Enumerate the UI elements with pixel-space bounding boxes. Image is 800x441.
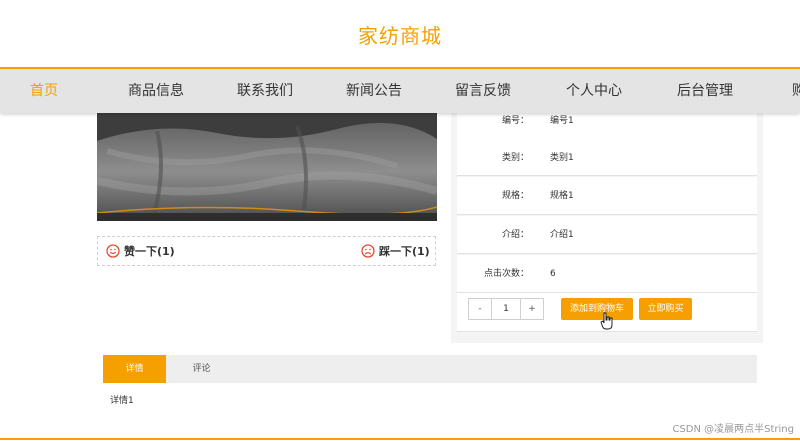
nav-item-contact[interactable]: 联系我们 [237,80,293,100]
hand-cursor-icon [600,312,613,330]
footer-divider [0,438,800,440]
nav-item-cart[interactable]: 购 [792,80,800,100]
main-nav: 首页 商品信息 联系我们 新闻公告 留言反馈 个人中心 后台管理 购 [0,67,800,113]
quantity-minus-button[interactable]: - [469,299,491,319]
info-value: 介绍1 [550,230,574,240]
add-to-cart-button[interactable]: 添加到购物车 [561,298,633,320]
info-label: 类别： [501,153,529,163]
nav-item-home[interactable]: 首页 [30,80,58,100]
product-info-panel: 编号： 编号1 类别： 类别1 规格： 规格1 介绍： 介绍1 点击次数： 6 … [451,111,763,343]
info-label: 规格： [501,191,529,201]
info-value: 规格1 [550,191,574,201]
like-button[interactable]: 赞一下(1) [106,243,175,259]
product-image [97,111,437,221]
info-label: 点击次数： [483,269,529,279]
dislike-button[interactable]: 踩一下(1) [361,243,430,259]
quantity-stepper: - 1 + [468,298,544,320]
watermark: CSDN @凌晨两点半String [672,424,794,435]
bedding-photo [97,111,437,221]
like-label: 赞一下(1) [124,245,175,258]
tab-comments[interactable]: 评论 [179,355,224,383]
info-value: 类别1 [550,153,574,163]
info-row-clicks: 点击次数： 6 [457,255,757,293]
nav-item-feedback[interactable]: 留言反馈 [455,80,511,100]
info-label: 介绍： [501,230,529,240]
tab-detail[interactable]: 详情 [103,355,166,383]
info-value: 编号1 [550,116,574,126]
smile-icon [106,244,120,258]
info-row-intro: 介绍： 介绍1 [457,216,757,254]
frown-icon [361,244,375,258]
detail-content: 详情1 [110,396,134,406]
info-value: 6 [550,269,556,279]
info-label: 编号： [501,116,529,126]
info-row-spec: 规格： 规格1 [457,177,757,215]
vote-box: 赞一下(1) 踩一下(1) [97,236,436,266]
detail-tabs: 详情 评论 [103,355,757,383]
dislike-label: 踩一下(1) [379,245,430,258]
purchase-actions: - 1 + 添加到购物车 立即购买 [457,293,757,332]
quantity-plus-button[interactable]: + [521,299,543,319]
nav-item-admin[interactable]: 后台管理 [677,80,733,100]
buy-now-button[interactable]: 立即购买 [639,298,692,320]
quantity-input[interactable]: 1 [491,299,521,319]
nav-item-news[interactable]: 新闻公告 [346,80,402,100]
site-title: 家纺商城 [358,24,442,48]
nav-item-products[interactable]: 商品信息 [128,80,184,100]
info-row-category: 类别： 类别1 [457,138,757,176]
nav-item-profile[interactable]: 个人中心 [566,80,622,100]
